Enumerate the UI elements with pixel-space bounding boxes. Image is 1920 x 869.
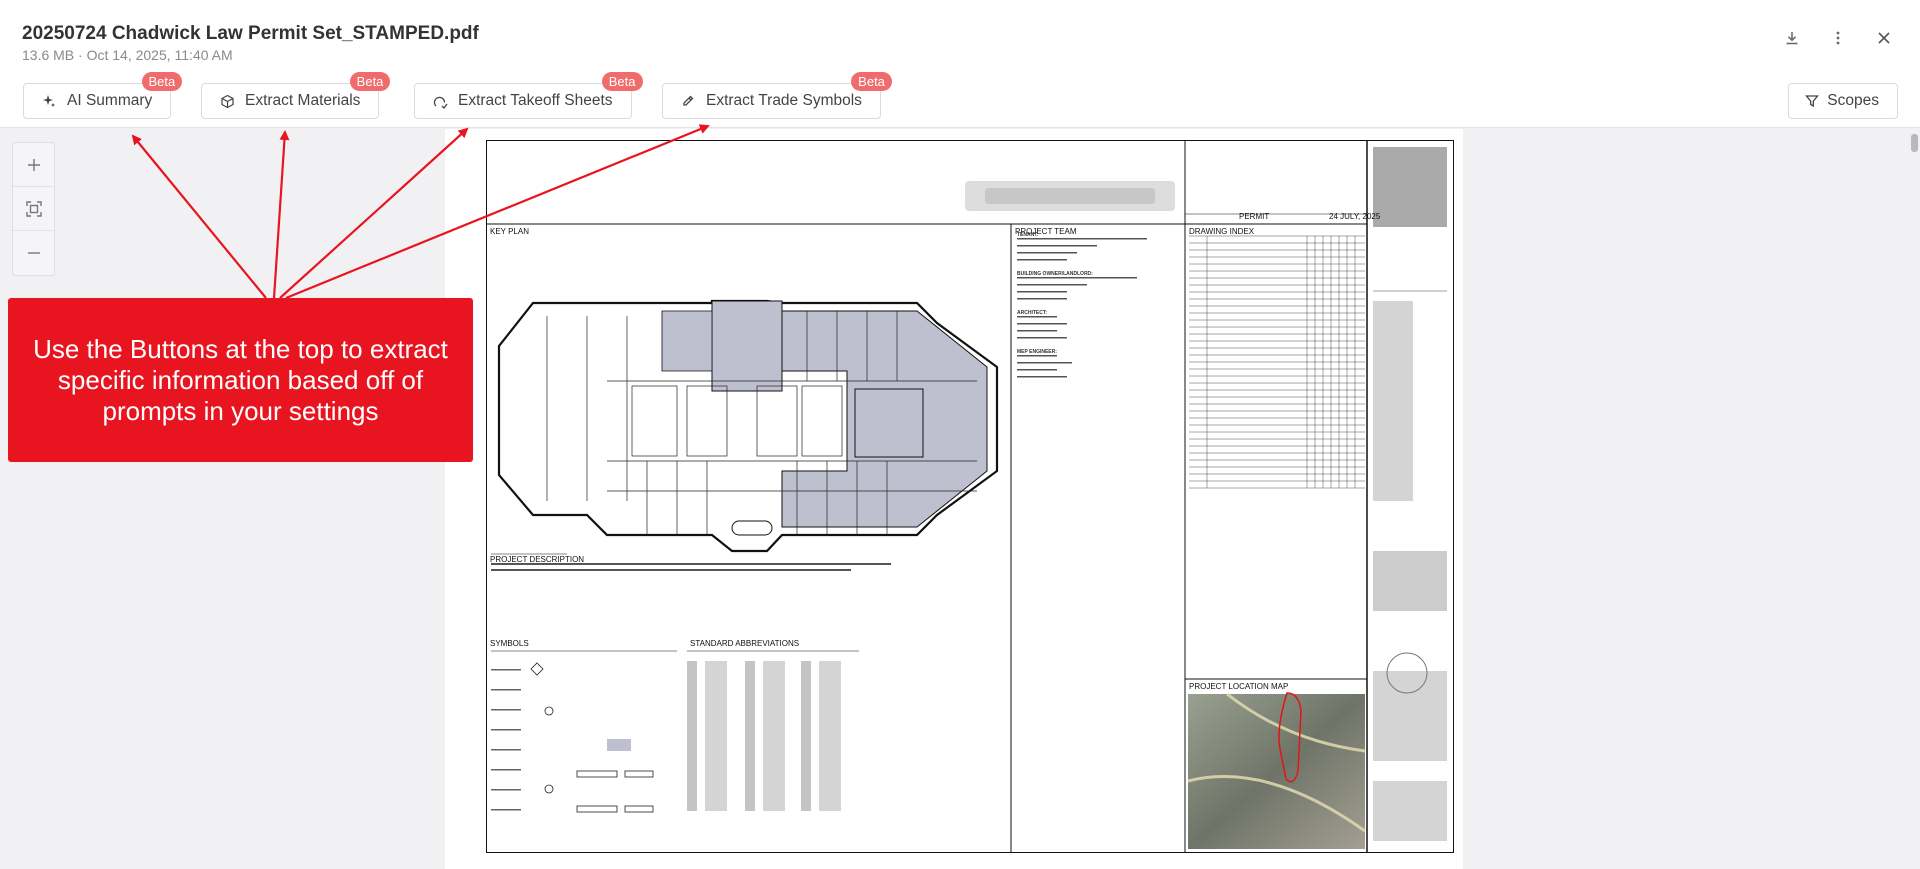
- team-role: BUILDING OWNER/LANDLORD:: [1017, 271, 1093, 277]
- arrow-to-extract-takeoff-sheets: [279, 127, 469, 299]
- zoom-out-icon[interactable]: [13, 231, 54, 275]
- file-title: 20250724 Chadwick Law Permit Set_STAMPED…: [22, 23, 479, 44]
- project-description-heading: PROJECT DESCRIPTION: [490, 555, 585, 564]
- extract-materials-button[interactable]: Extract Materials Beta: [201, 72, 391, 119]
- zoom-in-icon[interactable]: [13, 143, 54, 187]
- more-vertical-icon[interactable]: [1828, 28, 1848, 48]
- cube-icon: [218, 92, 236, 110]
- ai-summary-button[interactable]: AI Summary Beta: [23, 72, 183, 119]
- location-map-heading: PROJECT LOCATION MAP: [1189, 682, 1289, 691]
- zoom-controls: [12, 142, 55, 276]
- drawing-index-heading: DRAWING INDEX: [1189, 227, 1255, 236]
- scopes-label: Scopes: [1827, 92, 1879, 109]
- scopes-button[interactable]: Scopes: [1788, 83, 1898, 119]
- team-role: TENANT:: [1017, 232, 1039, 238]
- file-meta: 13.6 MB · Oct 14, 2025, 11:40 AM: [22, 47, 233, 63]
- extract-takeoff-sheets-button[interactable]: Extract Takeoff Sheets Beta: [414, 72, 643, 119]
- permit-date: 24 JULY, 2025: [1329, 212, 1381, 221]
- callout-text: Use the Buttons at the top to extract sp…: [33, 333, 448, 426]
- download-icon[interactable]: [1782, 28, 1802, 48]
- key-plan-heading: KEY PLAN: [490, 227, 529, 236]
- header-icon-group: [1782, 28, 1894, 48]
- beta-badge: Beta: [851, 72, 892, 91]
- team-role: MEP ENGINEER:: [1017, 349, 1057, 355]
- filter-icon: [1805, 94, 1820, 108]
- takeoff-icon: [431, 92, 449, 110]
- close-icon[interactable]: [1874, 28, 1894, 48]
- beta-badge: Beta: [601, 72, 643, 91]
- viewer-header: 20250724 Chadwick Law Permit Set_STAMPED…: [0, 0, 1920, 128]
- pencil-icon: [679, 92, 697, 110]
- arrow-to-ai-summary: [131, 134, 267, 299]
- symbols-heading: SYMBOLS: [490, 639, 529, 648]
- sparkle-icon: [40, 92, 58, 110]
- extract-materials-label: Extract Materials: [245, 92, 361, 109]
- sheet-drawing: [487, 141, 1447, 852]
- beta-badge: Beta: [349, 72, 391, 91]
- ai-summary-label: AI Summary: [67, 92, 153, 109]
- extract-trade-symbols-button[interactable]: Extract Trade Symbols Beta: [662, 72, 892, 119]
- extract-takeoff-sheets-label: Extract Takeoff Sheets: [458, 92, 613, 109]
- extract-trade-symbols-label: Extract Trade Symbols: [706, 92, 862, 109]
- fit-screen-icon[interactable]: [13, 187, 54, 231]
- permit-label: PERMIT: [1239, 212, 1270, 221]
- instruction-callout: Use the Buttons at the top to extract sp…: [8, 298, 473, 462]
- arrow-to-extract-materials: [272, 130, 290, 299]
- team-role: ARCHITECT:: [1017, 310, 1047, 316]
- abbreviations-heading: STANDARD ABBREVIATIONS: [690, 639, 800, 648]
- beta-badge: Beta: [141, 72, 183, 91]
- vertical-scrollbar[interactable]: [1911, 134, 1918, 152]
- drawing-sheet: PERMIT 24 JULY, 2025 KEY PLAN PROJECT TE…: [486, 140, 1454, 853]
